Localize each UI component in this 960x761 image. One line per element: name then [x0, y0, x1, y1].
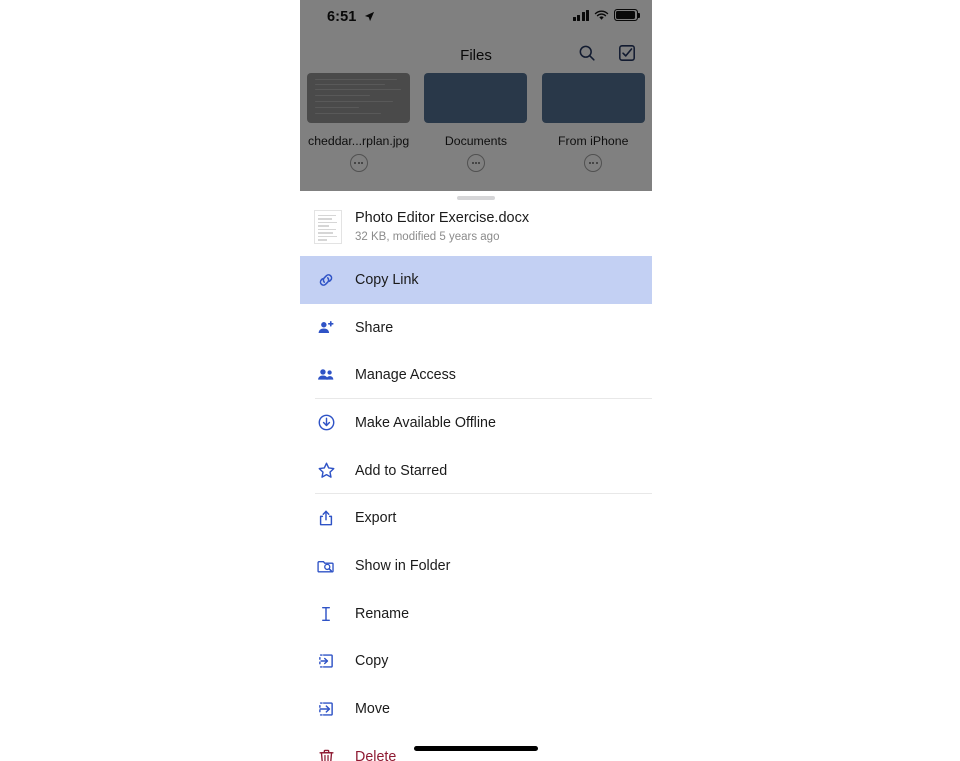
- menu-item-label: Add to Starred: [355, 462, 448, 479]
- cellular-signal-icon: [572, 9, 589, 21]
- menu-item-label: Rename: [355, 605, 410, 622]
- menu-item-label: Export: [355, 510, 397, 527]
- trash-icon: [315, 748, 337, 761]
- menu-item-move[interactable]: Move: [300, 685, 652, 733]
- copy-into-box-icon: [315, 652, 337, 670]
- menu-item-copy-link[interactable]: Copy Link: [300, 256, 652, 304]
- home-indicator[interactable]: [414, 746, 538, 751]
- file-info-header: Photo Editor Exercise.docx 32 KB, modifi…: [300, 200, 652, 256]
- grid-item-more-button[interactable]: [584, 154, 603, 172]
- battery-full-icon: [614, 9, 641, 21]
- folder-thumbnail[interactable]: [541, 73, 645, 123]
- export-share-icon: [315, 509, 337, 527]
- image-thumbnail[interactable]: [307, 73, 411, 123]
- file-subtitle: 32 KB, modified 5 years ago: [355, 231, 500, 243]
- action-menu: Copy Link Share Manage Access Make Avail…: [300, 256, 652, 761]
- app-header: Files: [300, 36, 652, 75]
- menu-item-label: Show in Folder: [355, 557, 451, 574]
- action-sheet: Photo Editor Exercise.docx 32 KB, modifi…: [300, 191, 652, 761]
- grid-item[interactable]: Documents: [417, 73, 534, 172]
- grid-item-more-button[interactable]: [466, 154, 485, 172]
- document-file-icon: [314, 209, 342, 244]
- phone-screen: 6:51 Files cheddar...rplan.jpg Documents…: [300, 0, 652, 761]
- menu-item-label: Share: [355, 319, 394, 336]
- menu-item-rename[interactable]: Rename: [300, 590, 652, 638]
- star-icon: [315, 461, 337, 480]
- folder-search-icon: [315, 557, 337, 575]
- checkbox-select-icon[interactable]: [618, 44, 636, 62]
- person-add-icon: [315, 319, 337, 337]
- link-icon: [315, 271, 337, 289]
- grid-item-label: From iPhone: [558, 134, 629, 148]
- file-grid: cheddar...rplan.jpg Documents From iPhon…: [300, 73, 652, 172]
- file-name: Photo Editor Exercise.docx: [355, 210, 530, 226]
- search-icon[interactable]: [578, 44, 596, 62]
- menu-item-label: Make Available Offline: [355, 414, 496, 431]
- menu-item-show-in-folder[interactable]: Show in Folder: [300, 542, 652, 590]
- grid-item-label: cheddar...rplan.jpg: [308, 134, 410, 148]
- menu-item-label: Copy Link: [355, 271, 419, 288]
- menu-item-label: Move: [355, 701, 390, 718]
- status-bar: 6:51: [300, 0, 652, 36]
- menu-item-label: Copy: [355, 653, 389, 670]
- menu-item-label: Delete: [355, 748, 397, 761]
- menu-item-add-to-starred[interactable]: Add to Starred: [300, 447, 652, 495]
- status-time: 6:51: [327, 9, 357, 25]
- menu-item-manage-access[interactable]: Manage Access: [300, 351, 652, 399]
- grid-item[interactable]: From iPhone: [535, 73, 652, 172]
- header-actions: [578, 44, 636, 62]
- location-arrow-icon: [364, 11, 375, 22]
- menu-item-copy[interactable]: Copy: [300, 638, 652, 686]
- background-app: 6:51 Files cheddar...rplan.jpg Documents…: [300, 0, 652, 191]
- text-cursor-icon: [315, 605, 337, 623]
- menu-item-make-available-offline[interactable]: Make Available Offline: [300, 399, 652, 447]
- move-into-box-icon: [315, 700, 337, 718]
- status-indicators: [572, 9, 641, 21]
- wifi-icon: [594, 9, 609, 20]
- download-circle-icon: [315, 413, 337, 432]
- people-icon: [315, 366, 337, 384]
- menu-item-export[interactable]: Export: [300, 494, 652, 542]
- grid-item-label: Documents: [444, 134, 508, 148]
- menu-item-share[interactable]: Share: [300, 304, 652, 352]
- grid-item-more-button[interactable]: [349, 154, 368, 172]
- folder-thumbnail[interactable]: [424, 73, 528, 123]
- grid-item[interactable]: cheddar...rplan.jpg: [300, 73, 417, 172]
- menu-item-label: Manage Access: [355, 367, 456, 384]
